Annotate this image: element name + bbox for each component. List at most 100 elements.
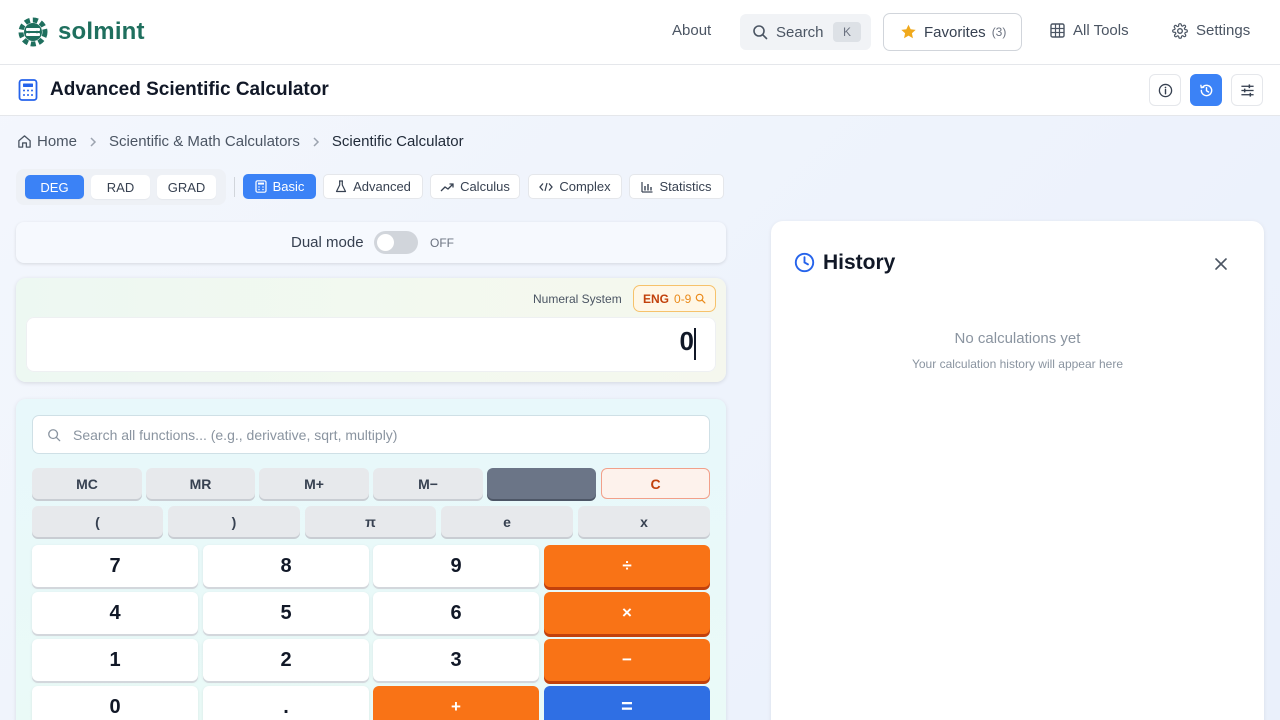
tab-basic-label: Basic (272, 179, 305, 194)
key-memory-add[interactable]: M+ (259, 468, 369, 499)
calculator-icon (18, 79, 38, 101)
brand-logo-link[interactable]: solmint (16, 15, 145, 49)
dual-mode-bar: Dual mode OFF (16, 222, 726, 263)
tab-complex[interactable]: Complex (528, 174, 622, 199)
numeral-system-code: ENG (643, 291, 670, 306)
search-shortcut-badge: K (833, 22, 861, 42)
tab-statistics-label: Statistics (659, 179, 712, 194)
toggle-knob (377, 234, 394, 251)
home-icon (18, 135, 31, 148)
code-icon (539, 182, 554, 191)
favorites-label: Favorites (924, 23, 986, 41)
breadcrumb-home-link[interactable]: Home (17, 133, 77, 150)
info-button[interactable] (1149, 74, 1181, 106)
key-equals[interactable]: = (544, 686, 710, 720)
settings-label: Settings (1196, 22, 1251, 39)
all-tools-label: All Tools (1073, 22, 1129, 39)
flask-icon (335, 180, 347, 193)
angle-mode-group: DEG RAD GRAD (16, 169, 226, 205)
close-icon (1215, 258, 1227, 270)
search-icon (696, 293, 706, 304)
key-9[interactable]: 9 (373, 545, 539, 587)
favorites-count: (3) (991, 25, 1007, 39)
chevron-right-icon (89, 136, 97, 148)
solmint-logo-icon (18, 17, 48, 47)
key-pi[interactable]: π (305, 506, 436, 537)
page-title-bar: Advanced Scientific Calculator (0, 65, 1280, 116)
display-input[interactable]: 0 (26, 317, 716, 372)
key-decimal[interactable]: . (203, 686, 369, 720)
key-memory-recall[interactable]: MR (146, 468, 255, 499)
search-label: Search (776, 23, 824, 41)
nav-all-tools-link[interactable]: All Tools (1050, 22, 1129, 39)
function-search-field[interactable] (32, 415, 710, 454)
history-empty-title: No calculations yet (954, 330, 1081, 347)
sliders-button[interactable] (1231, 74, 1263, 106)
key-5[interactable]: 5 (203, 592, 369, 634)
key-7[interactable]: 7 (32, 545, 198, 587)
nav-about-link[interactable]: About (672, 22, 711, 39)
clock-icon (794, 252, 815, 273)
history-close-button[interactable] (1212, 255, 1230, 273)
breadcrumb-current: Scientific Calculator (331, 133, 464, 150)
key-clear[interactable]: C (601, 468, 710, 499)
search-button[interactable]: Search K (740, 14, 871, 50)
favorites-button[interactable]: Favorites (3) (883, 13, 1022, 51)
search-icon (48, 429, 61, 442)
history-icon (1199, 84, 1212, 96)
info-icon (1158, 83, 1172, 97)
key-multiply[interactable]: × (544, 592, 710, 634)
tab-calculus-label: Calculus (460, 179, 510, 194)
grid-icon (1050, 23, 1065, 38)
bar-chart-icon (641, 181, 653, 193)
tab-advanced[interactable]: Advanced (323, 174, 423, 199)
tab-statistics[interactable]: Statistics (629, 174, 724, 199)
history-toggle-button[interactable] (1190, 74, 1222, 106)
key-6[interactable]: 6 (373, 592, 539, 634)
tab-calculus[interactable]: Calculus (430, 174, 520, 199)
key-4[interactable]: 4 (32, 592, 198, 634)
sliders-icon (1240, 83, 1254, 97)
key-2[interactable]: 2 (203, 639, 369, 681)
key-open-paren[interactable]: ( (32, 506, 163, 537)
display-value: 0 (679, 326, 694, 356)
angle-rad-button[interactable]: RAD (91, 175, 150, 199)
key-8[interactable]: 8 (203, 545, 369, 587)
key-variable-x[interactable]: x (578, 506, 710, 537)
function-search-input[interactable] (73, 416, 693, 453)
breadcrumb: Home Scientific & Math Calculators Scien… (17, 133, 464, 150)
tab-basic[interactable]: Basic (243, 174, 316, 199)
key-euler[interactable]: e (441, 506, 573, 537)
history-empty-subtitle: Your calculation history will appear her… (911, 357, 1123, 371)
trending-up-icon (440, 182, 454, 191)
angle-grad-button[interactable]: GRAD (157, 175, 216, 199)
breadcrumb-category-link[interactable]: Scientific & Math Calculators (109, 133, 300, 150)
top-navigation: solmint About Search K Favorites (3) All… (0, 0, 1280, 65)
nav-settings-link[interactable]: Settings (1172, 22, 1250, 39)
dual-mode-toggle[interactable] (374, 231, 418, 254)
text-caret (694, 328, 696, 360)
angle-deg-button[interactable]: DEG (25, 175, 84, 199)
key-0[interactable]: 0 (32, 686, 198, 720)
key-3[interactable]: 3 (373, 639, 539, 681)
calculator-icon (254, 180, 267, 193)
key-add[interactable]: + (373, 686, 539, 720)
star-icon (901, 24, 916, 39)
key-1[interactable]: 1 (32, 639, 198, 681)
key-subtract[interactable]: − (544, 639, 710, 681)
calculator-display-panel: Numeral System ENG 0-9 0 (16, 278, 726, 382)
key-memory-clear[interactable]: MC (32, 468, 142, 499)
tab-complex-label: Complex (559, 179, 611, 194)
numeral-system-selector[interactable]: ENG 0-9 (633, 285, 716, 312)
key-close-paren[interactable]: ) (168, 506, 300, 537)
gear-icon (1172, 22, 1188, 39)
dual-mode-state: OFF (430, 236, 454, 250)
history-title: History (823, 251, 896, 274)
brand-name: solmint (58, 18, 145, 45)
key-blank[interactable] (487, 468, 596, 499)
key-memory-subtract[interactable]: M− (373, 468, 483, 499)
keypad-panel: MC MR M+ M− C ( ) π e x 7 8 9 ÷ 4 5 6 × … (16, 399, 726, 720)
breadcrumb-home-label: Home (37, 133, 78, 150)
key-divide[interactable]: ÷ (544, 545, 710, 587)
mode-divider (234, 177, 235, 197)
